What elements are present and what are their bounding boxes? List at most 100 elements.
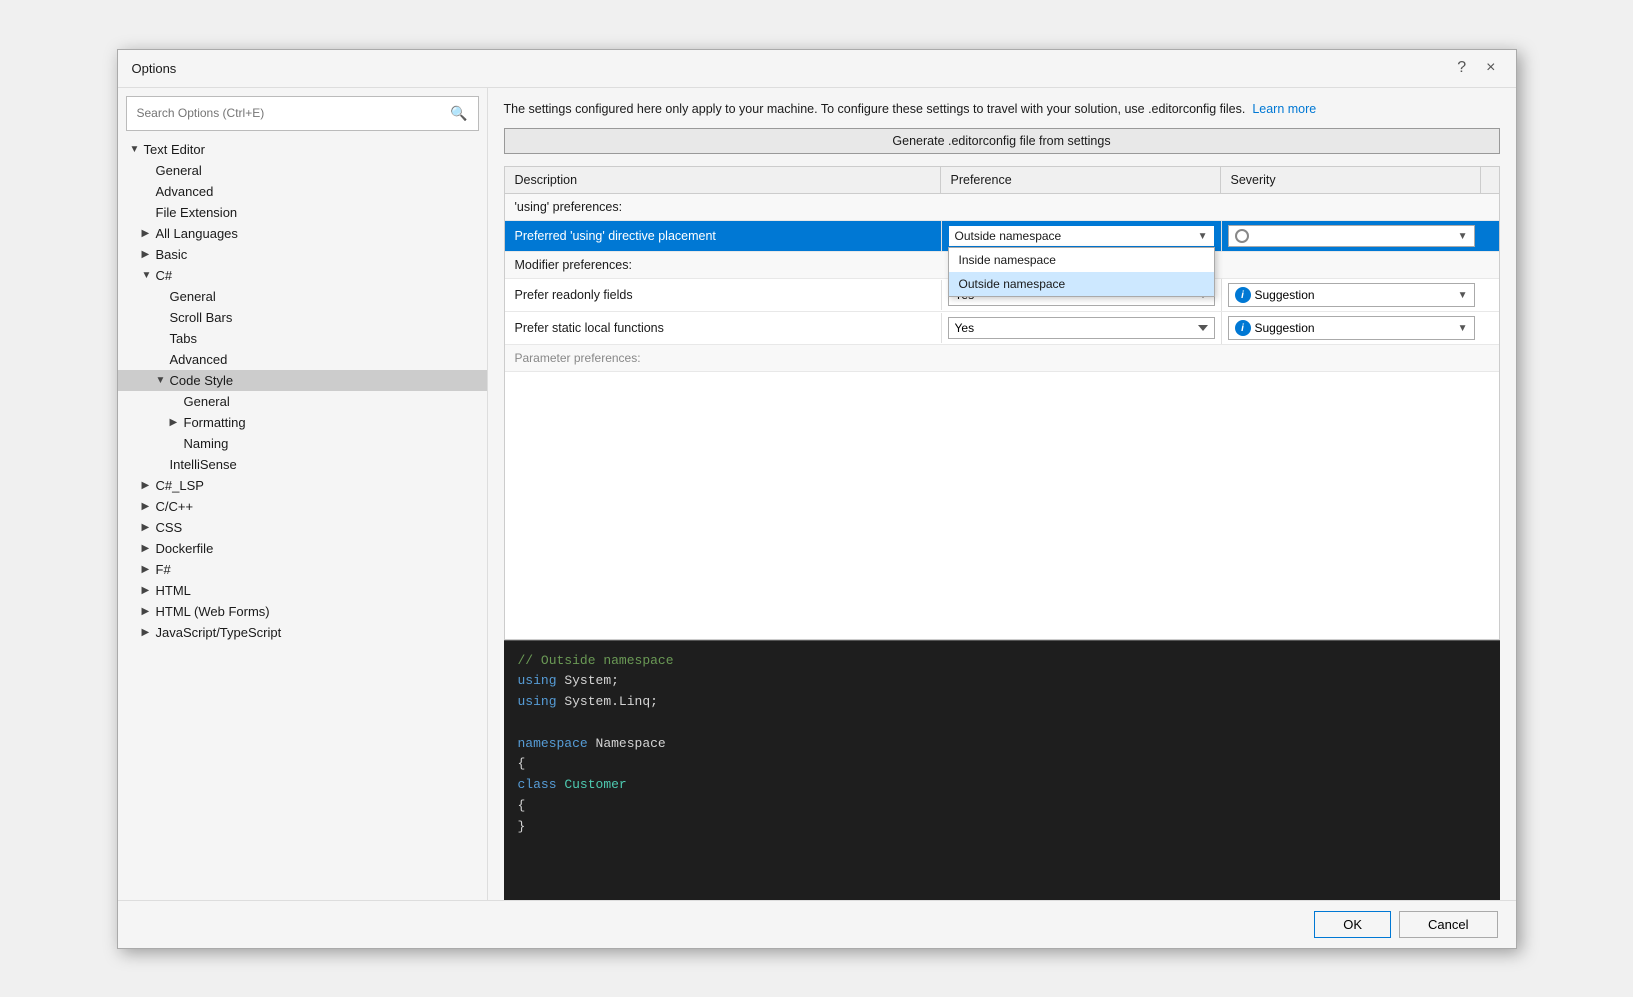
tree-item-label: HTML (Web Forms) [156, 604, 270, 619]
sidebar-item-javascript[interactable]: ▶JavaScript/TypeScript [118, 622, 487, 643]
tree-arrow-icon: ▶ [142, 585, 156, 596]
sidebar-item-html-webforms[interactable]: ▶HTML (Web Forms) [118, 601, 487, 622]
dropdown-option-inside[interactable]: Inside namespace [949, 248, 1214, 272]
sidebar-item-basic[interactable]: ▶Basic [118, 244, 487, 265]
search-input[interactable] [137, 106, 451, 120]
row-sev-using[interactable]: Refactoring Only ▼ [1221, 221, 1481, 251]
severity-btn-static[interactable]: i Suggestion ▼ [1228, 316, 1475, 340]
sidebar-item-general[interactable]: General [118, 160, 487, 181]
tree-item-label: Scroll Bars [170, 310, 233, 325]
cancel-button[interactable]: Cancel [1399, 911, 1497, 938]
sidebar-item-html[interactable]: ▶HTML [118, 580, 487, 601]
code-line: } [518, 817, 1486, 838]
sidebar-item-formatting[interactable]: ▶Formatting [118, 412, 487, 433]
tree-arrow-icon: ▼ [142, 270, 156, 281]
tree-item-label: All Languages [156, 226, 238, 241]
help-button[interactable]: ? [1451, 58, 1472, 78]
tree-arrow-icon: ▶ [142, 606, 156, 617]
severity-btn-using[interactable]: Refactoring Only ▼ [1228, 225, 1475, 247]
dialog-title: Options [132, 61, 177, 76]
dialog-body: 🔍 ▼Text EditorGeneralAdvancedFile Extens… [118, 88, 1516, 900]
content-area: The settings configured here only apply … [488, 88, 1516, 900]
sidebar-item-file-extension[interactable]: File Extension [118, 202, 487, 223]
code-token: System.Linq; [557, 694, 658, 709]
tree-item-label: CSS [156, 520, 183, 535]
code-line: // Outside namespace [518, 651, 1486, 672]
sidebar-item-intellisense[interactable]: IntelliSense [118, 454, 487, 475]
row-desc-readonly: Prefer readonly fields [505, 282, 941, 308]
code-token: System; [557, 673, 619, 688]
sidebar-item-advanced-te[interactable]: Advanced [118, 181, 487, 202]
search-container[interactable]: 🔍 [126, 96, 479, 131]
code-line: class Customer [518, 775, 1486, 796]
sidebar-item-naming[interactable]: Naming [118, 433, 487, 454]
tree-item-label: Advanced [156, 184, 214, 199]
pref-select-static[interactable]: Yes No [948, 317, 1215, 339]
sidebar-item-cpp[interactable]: ▶C/C++ [118, 496, 487, 517]
sidebar-item-fsharp[interactable]: ▶F# [118, 559, 487, 580]
tree-item-label: F# [156, 562, 171, 577]
sidebar-item-code-style[interactable]: ▼Code Style [118, 370, 487, 391]
sidebar-item-csharp[interactable]: ▼C# [118, 265, 487, 286]
dropdown-open-using[interactable]: Outside namespace ▼ [948, 225, 1215, 247]
row-sev-readonly[interactable]: i Suggestion ▼ [1221, 279, 1481, 311]
sidebar-item-dockerfile[interactable]: ▶Dockerfile [118, 538, 487, 559]
sidebar-item-tabs[interactable]: Tabs [118, 328, 487, 349]
generate-editorconfig-button[interactable]: Generate .editorconfig file from setting… [504, 128, 1500, 154]
tree-arrow-icon: ▼ [156, 375, 170, 386]
sidebar-item-all-languages[interactable]: ▶All Languages [118, 223, 487, 244]
code-line: namespace Namespace [518, 734, 1486, 755]
tree-item-label: C#_LSP [156, 478, 204, 493]
settings-area: Description Preference Severity 'using' … [504, 166, 1500, 899]
learn-more-link[interactable]: Learn more [1252, 102, 1316, 116]
tree-item-label: General [170, 289, 216, 304]
sev-arrow-icon: ▼ [1458, 290, 1468, 301]
table-header: Description Preference Severity [505, 167, 1499, 194]
code-token: { [518, 798, 526, 813]
severity-btn-readonly[interactable]: i Suggestion ▼ [1228, 283, 1475, 307]
tree-item-label: File Extension [156, 205, 238, 220]
col-description: Description [505, 167, 941, 193]
dropdown-option-outside[interactable]: Outside namespace [949, 272, 1214, 296]
tree-item-label: HTML [156, 583, 191, 598]
sidebar-item-csharp-general[interactable]: General [118, 286, 487, 307]
tree-item-label: Advanced [170, 352, 228, 367]
table-row: Prefer static local functions Yes No i [505, 312, 1499, 345]
code-token: } [518, 819, 526, 834]
table-scroll[interactable]: 'using' preferences: Preferred 'using' d… [505, 194, 1499, 638]
ok-button[interactable]: OK [1314, 911, 1391, 938]
tree-item-label: Basic [156, 247, 188, 262]
code-token: Namespace [588, 736, 666, 751]
sidebar-item-csharp-lsp[interactable]: ▶C#_LSP [118, 475, 487, 496]
sidebar-item-css[interactable]: ▶CSS [118, 517, 487, 538]
tree-item-label: C/C++ [156, 499, 194, 514]
row-pref-static[interactable]: Yes No [941, 313, 1221, 343]
sidebar-item-cs-general[interactable]: General [118, 391, 487, 412]
tree-item-label: General [156, 163, 202, 178]
pref-dropdown-using[interactable]: Outside namespace ▼ Inside namespace Out… [948, 225, 1215, 247]
sidebar-item-advanced-cs[interactable]: Advanced [118, 349, 487, 370]
radio-circle-icon [1235, 229, 1249, 243]
table-row: Preferred 'using' directive placement Ou… [505, 221, 1499, 252]
sidebar: 🔍 ▼Text EditorGeneralAdvancedFile Extens… [118, 88, 488, 900]
code-token: using [518, 673, 557, 688]
sidebar-item-scroll-bars[interactable]: Scroll Bars [118, 307, 487, 328]
title-bar-actions: ? × [1451, 58, 1501, 78]
code-token: // Outside namespace [518, 653, 674, 668]
code-line: { [518, 796, 1486, 817]
tree-item-label: Text Editor [144, 142, 205, 157]
row-pref-using[interactable]: Outside namespace ▼ Inside namespace Out… [941, 221, 1221, 251]
row-desc-using: Preferred 'using' directive placement [505, 223, 941, 249]
tree-arrow-icon: ▶ [142, 501, 156, 512]
code-line: { [518, 754, 1486, 775]
info-bar: The settings configured here only apply … [504, 100, 1500, 119]
sidebar-item-text-editor[interactable]: ▼Text Editor [118, 139, 487, 160]
row-sev-static[interactable]: i Suggestion ▼ [1221, 312, 1481, 344]
close-button[interactable]: × [1480, 58, 1501, 78]
col-severity: Severity [1221, 167, 1481, 193]
options-dialog: Options ? × 🔍 ▼Text EditorGeneralAdvance… [117, 49, 1517, 949]
info-circle-icon: i [1235, 320, 1251, 336]
tree-item-label: JavaScript/TypeScript [156, 625, 282, 640]
title-bar: Options ? × [118, 50, 1516, 88]
code-line: using System.Linq; [518, 692, 1486, 713]
